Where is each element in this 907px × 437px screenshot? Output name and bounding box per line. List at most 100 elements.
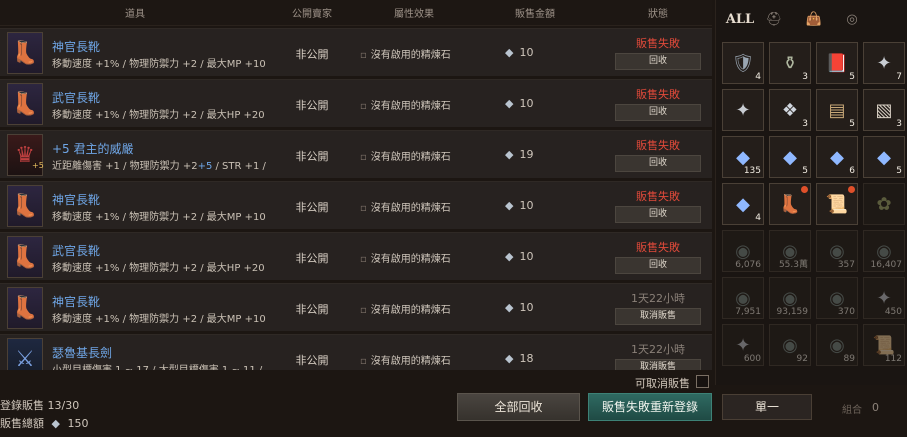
inventory-slot[interactable]: ✿ bbox=[863, 183, 905, 225]
cancel-sale-button[interactable]: 取消販售 bbox=[615, 308, 701, 325]
inventory-slot[interactable]: ✦ bbox=[722, 89, 764, 131]
inventory-slot[interactable]: ❖ 3 bbox=[769, 89, 811, 131]
header-public: 公開賣家 bbox=[292, 9, 332, 20]
public-seller: 非公開 bbox=[295, 303, 329, 316]
slot-count: 4 bbox=[755, 213, 761, 223]
inventory-slot[interactable]: ◉ 7,951 bbox=[722, 277, 764, 319]
inventory-slot[interactable]: 📜 bbox=[816, 183, 858, 225]
inventory-slot[interactable]: 📜 112 bbox=[863, 324, 905, 366]
sale-status: 販售失敗 bbox=[636, 139, 680, 152]
item-icon[interactable]: 👢 bbox=[7, 185, 43, 227]
inventory-slot[interactable]: ✦ 600 bbox=[722, 324, 764, 366]
single-mode-button[interactable]: 單一 bbox=[722, 394, 812, 420]
inventory-slot[interactable]: ◉ 92 bbox=[769, 324, 811, 366]
cancel-sale-button[interactable]: 取消販售 bbox=[615, 359, 701, 370]
herb-icon: ✿ bbox=[876, 193, 892, 215]
inventory-slot[interactable]: ◆ 6 bbox=[816, 136, 858, 178]
inventory-slot[interactable]: ◆ 135 bbox=[722, 136, 764, 178]
group-mode-label[interactable]: 組合 bbox=[842, 401, 862, 416]
item-icon[interactable]: 👢 bbox=[7, 83, 43, 125]
sale-status: 1天22小時 bbox=[631, 343, 685, 356]
slot-count: 7,951 bbox=[735, 307, 761, 317]
retrieve-button[interactable]: 回收 bbox=[615, 155, 701, 172]
cloth-icon: ▧ bbox=[875, 99, 893, 121]
relist-failed-button[interactable]: 販售失敗重新登錄 bbox=[588, 393, 712, 421]
cancellable-checkbox[interactable] bbox=[696, 375, 709, 388]
sale-row[interactable]: 👢 武官長靴 移動速度 +1% / 物理防禦力 +2 / 最大HP +20 非公… bbox=[0, 232, 712, 280]
header-item: 道具 bbox=[125, 9, 145, 20]
inventory-slot[interactable]: ◆ 5 bbox=[863, 136, 905, 178]
inventory-slot[interactable]: ✦ 7 bbox=[863, 42, 905, 84]
inventory-slot[interactable]: ⚱ 3 bbox=[769, 42, 811, 84]
item-desc-b: / STR +1 / bbox=[212, 161, 266, 172]
ore-icon: ✦ bbox=[735, 334, 751, 356]
coin-icon: ◉ bbox=[876, 240, 892, 262]
sale-row[interactable]: ⚔ 瑟魯基長劍 小型目標傷害 1 ~ 17 / 大型目標傷害 1 ~ 11 / … bbox=[0, 334, 712, 370]
refine-stone-icon: ▫ bbox=[360, 50, 367, 61]
item-name: 武官長靴 bbox=[52, 244, 101, 258]
inventory-slot[interactable]: 🛡 4 bbox=[722, 42, 764, 84]
slot-count: 3 bbox=[802, 72, 808, 82]
crystal-icon: ❖ bbox=[781, 99, 799, 121]
inventory-slot[interactable]: ◉ 370 bbox=[816, 277, 858, 319]
item-icon[interactable]: ⚔ bbox=[7, 338, 43, 370]
retrieve-button[interactable]: 回收 bbox=[615, 104, 701, 121]
diamond-icon: ◆ bbox=[505, 250, 514, 263]
sale-price: ◆ 10 bbox=[505, 301, 533, 314]
item-desc: 移動速度 +1% / 物理防禦力 +2 / 最大MP +10 bbox=[52, 55, 266, 70]
inventory-slot[interactable]: ▤ 5 bbox=[816, 89, 858, 131]
scroll-icon: 📜 bbox=[872, 334, 896, 356]
inventory-slot[interactable]: ◆ 4 bbox=[722, 183, 764, 225]
header-status: 狀態 bbox=[648, 9, 668, 20]
inventory-slot[interactable]: ◆ 5 bbox=[769, 136, 811, 178]
inventory-slot[interactable]: ◉ 55.3萬 bbox=[769, 230, 811, 272]
item-icon[interactable]: 👢 bbox=[7, 287, 43, 329]
sale-row[interactable]: 👢 武官長靴 移動速度 +1% / 物理防禦力 +2 / 最大HP +20 非公… bbox=[0, 79, 712, 127]
item-desc: 移動速度 +1% / 物理防禦力 +2 / 最大HP +20 bbox=[52, 106, 265, 121]
coin-icon: ◉ bbox=[829, 334, 845, 356]
item-icon[interactable]: 👢 bbox=[7, 236, 43, 278]
gem-icon: ◆ bbox=[736, 146, 750, 168]
public-seller: 非公開 bbox=[295, 252, 329, 265]
item-desc-text: 小型目標傷害 1 ~ 17 / 大型目標傷害 1 ~ 11 / bbox=[52, 365, 262, 370]
price-value: 19 bbox=[519, 148, 534, 161]
coin-icon: ◉ bbox=[829, 240, 845, 262]
sale-row[interactable]: 👢 神官長靴 移動速度 +1% / 物理防禦力 +2 / 最大MP +10 非公… bbox=[0, 181, 712, 229]
sale-row[interactable]: 👢 神官長靴 移動速度 +1% / 物理防禦力 +2 / 最大MP +10 非公… bbox=[0, 283, 712, 331]
inventory-slot[interactable]: ✦ 450 bbox=[863, 277, 905, 319]
helmet-icon[interactable]: ⛑ bbox=[762, 8, 786, 30]
bag-icon[interactable]: 👜 bbox=[802, 8, 826, 30]
retrieve-button[interactable]: 回收 bbox=[615, 257, 701, 274]
refine-stone-icon: ▫ bbox=[360, 101, 367, 112]
sale-row[interactable]: ♛ +5 +5 君主的威嚴 近距離傷害 +1 / 物理防禦力 +2+5 / ST… bbox=[0, 130, 712, 178]
inventory-slot[interactable]: 📕 5 bbox=[816, 42, 858, 84]
retrieve-button[interactable]: 回收 bbox=[615, 206, 701, 223]
slot-count: 7 bbox=[896, 72, 902, 82]
ore-icon: ✦ bbox=[876, 52, 892, 74]
inventory-slot[interactable]: 👢 bbox=[769, 183, 811, 225]
inventory-slot[interactable]: ▧ 3 bbox=[863, 89, 905, 131]
inventory-slot[interactable]: ◉ 89 bbox=[816, 324, 858, 366]
retrieve-button[interactable]: 回收 bbox=[615, 53, 701, 70]
inventory-slot[interactable]: ◉ 6,076 bbox=[722, 230, 764, 272]
item-desc: 移動速度 +1% / 物理防禦力 +2 / 最大MP +10 bbox=[52, 208, 266, 223]
cancellable-label: 可取消販售 bbox=[635, 377, 690, 390]
slot-count: 450 bbox=[884, 307, 902, 317]
inventory-slot[interactable]: ◉ 16,407 bbox=[863, 230, 905, 272]
inventory-slot[interactable]: ◉ 93,159 bbox=[769, 277, 811, 319]
item-desc-bonus: +5 bbox=[197, 161, 213, 172]
ore-icon: ✦ bbox=[876, 287, 892, 309]
sales-list[interactable]: 👢 神官長靴 移動速度 +1% / 物理防禦力 +2 / 最大MP +10 非公… bbox=[0, 28, 712, 370]
gem-icon: ◆ bbox=[783, 146, 797, 168]
registered-count: 登錄販售 13/30 bbox=[0, 399, 80, 412]
item-desc: 移動速度 +1% / 物理防禦力 +2 / 最大HP +20 bbox=[52, 259, 265, 274]
item-icon[interactable]: 👢 bbox=[7, 32, 43, 74]
orb-icon[interactable]: ◎ bbox=[840, 8, 864, 30]
sales-total-value: 150 bbox=[67, 417, 89, 430]
sale-row[interactable]: 👢 神官長靴 移動速度 +1% / 物理防禦力 +2 / 最大MP +10 非公… bbox=[0, 28, 712, 76]
inventory-slot[interactable]: ◉ 357 bbox=[816, 230, 858, 272]
tab-all[interactable]: ALL bbox=[726, 8, 754, 30]
slot-count: 92 bbox=[796, 354, 808, 364]
retrieve-all-button[interactable]: 全部回收 bbox=[457, 393, 580, 421]
attr-effect: ▫ 沒有啟用的精煉石 bbox=[360, 199, 451, 214]
